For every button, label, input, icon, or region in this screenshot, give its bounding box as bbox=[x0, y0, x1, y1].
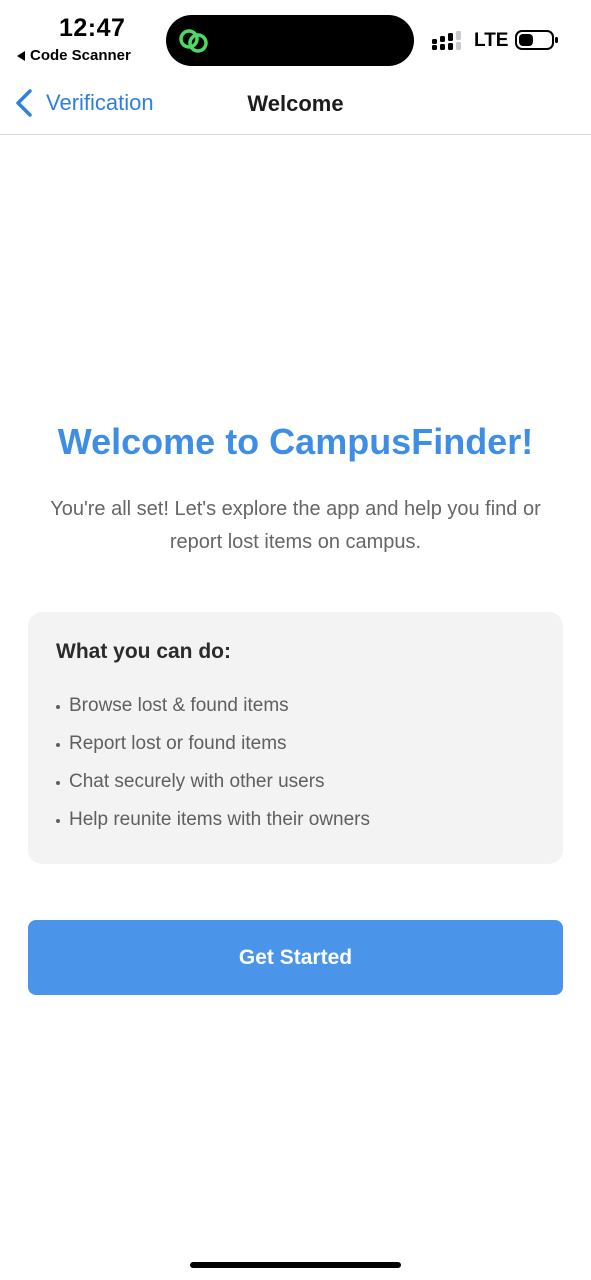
signal-icon bbox=[432, 31, 461, 50]
list-item: Report lost or found items bbox=[56, 725, 370, 763]
link-icon bbox=[179, 29, 208, 53]
back-triangle-icon bbox=[17, 50, 25, 61]
feature-text: Help reunite items with their owners bbox=[69, 809, 370, 830]
network-type: LTE bbox=[474, 30, 509, 51]
feature-text: Report lost or found items bbox=[69, 733, 287, 754]
feature-text: Browse lost & found items bbox=[69, 695, 289, 716]
bullet-icon bbox=[56, 819, 60, 823]
welcome-screen: 12:47 Code Scanner LTE Verification Welc… bbox=[0, 0, 591, 1280]
back-button-label: Verification bbox=[46, 90, 154, 115]
home-indicator[interactable] bbox=[190, 1262, 401, 1268]
back-app-label: Code Scanner bbox=[30, 47, 131, 64]
feature-text: Chat securely with other users bbox=[69, 771, 325, 792]
status-time: 12:47 bbox=[59, 14, 126, 42]
navigation-bar: Verification Welcome bbox=[0, 78, 591, 135]
bullet-icon bbox=[56, 705, 60, 709]
dynamic-island[interactable] bbox=[166, 15, 414, 66]
features-card-title: What you can do: bbox=[56, 640, 231, 663]
features-card: What you can do: Browse lost & found ite… bbox=[28, 612, 563, 864]
bullet-icon bbox=[56, 743, 60, 747]
list-item: Help reunite items with their owners bbox=[56, 801, 370, 839]
welcome-subtitle: You're all set! Let's explore the app an… bbox=[50, 498, 541, 553]
get-started-button[interactable]: Get Started bbox=[28, 920, 563, 995]
features-list: Browse lost & found items Report lost or… bbox=[56, 687, 370, 839]
chevron-left-icon bbox=[16, 89, 32, 117]
back-button[interactable]: Verification bbox=[14, 88, 154, 118]
battery-icon bbox=[515, 30, 558, 50]
list-item: Chat securely with other users bbox=[56, 763, 370, 801]
back-to-app-link[interactable]: Code Scanner bbox=[17, 47, 131, 64]
bullet-icon bbox=[56, 781, 60, 785]
list-item: Browse lost & found items bbox=[56, 687, 370, 725]
welcome-headline: Welcome to CampusFinder! bbox=[57, 421, 534, 462]
